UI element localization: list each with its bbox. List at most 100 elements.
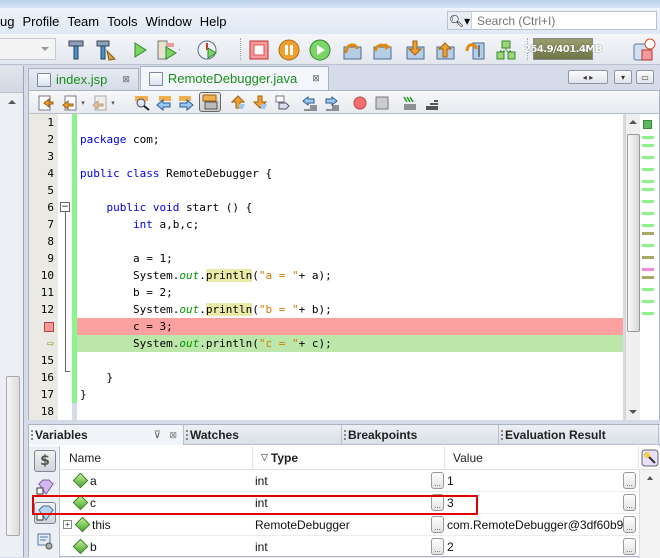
line-number[interactable]: 6: [29, 199, 58, 216]
menu-debug[interactable]: ug: [0, 14, 18, 29]
change-mark[interactable]: [642, 212, 654, 215]
debug-project-button[interactable]: [156, 38, 180, 62]
column-name[interactable]: Name: [61, 446, 253, 469]
start-macro-button[interactable]: [351, 94, 369, 111]
editor-vertical-scrollbar[interactable]: [625, 114, 640, 420]
line-number[interactable]: 17: [29, 386, 58, 403]
shift-left-button[interactable]: [301, 94, 319, 111]
comment-button[interactable]: [401, 94, 419, 111]
line-number[interactable]: 18: [29, 403, 58, 420]
line-number[interactable]: 9: [29, 250, 58, 267]
table-row[interactable]: c int... 3...: [61, 492, 660, 514]
forward-dropdown[interactable]: ▾: [109, 94, 117, 111]
change-mark[interactable]: [642, 168, 654, 171]
menu-tools[interactable]: Tools: [103, 14, 141, 29]
variable-value[interactable]: com.RemoteDebugger@3df60b94: [445, 514, 639, 535]
tab-evaluation-result[interactable]: Evaluation Result: [499, 425, 659, 445]
error-stripe[interactable]: [640, 114, 660, 420]
next-bookmark-button[interactable]: [251, 94, 269, 111]
close-icon[interactable]: ⊠: [122, 74, 130, 85]
menu-team[interactable]: Team: [63, 14, 103, 29]
variable-value[interactable]: 3: [445, 492, 639, 513]
find-selection-button[interactable]: [133, 94, 151, 111]
last-edit-button[interactable]: [37, 94, 55, 111]
configuration-combo[interactable]: [0, 38, 56, 60]
back-dropdown[interactable]: ▾: [79, 94, 87, 111]
type-ellipsis-button[interactable]: ...: [431, 516, 444, 533]
breakpoint-mark[interactable]: [642, 268, 654, 271]
column-type[interactable]: ▽ Type: [253, 446, 445, 469]
line-number-gutter[interactable]: 1 2 3 4 5 6 7 8 9 10 11 12 ⇨ 15 16 17 18: [28, 114, 58, 420]
forward-button[interactable]: [91, 94, 109, 111]
step-over-button[interactable]: [340, 38, 364, 62]
change-mark[interactable]: [642, 312, 654, 315]
run-to-cursor-button[interactable]: [463, 38, 487, 62]
show-inherited-button[interactable]: [34, 476, 56, 498]
step-out-button[interactable]: [433, 38, 457, 62]
value-ellipsis-button[interactable]: ...: [623, 516, 636, 533]
continue-button[interactable]: [308, 38, 332, 62]
line-number[interactable]: 4: [29, 165, 58, 182]
scroll-up-icon[interactable]: [8, 100, 16, 104]
find-previous-button[interactable]: [155, 94, 173, 111]
profile-project-button[interactable]: [196, 38, 220, 62]
value-ellipsis-button[interactable]: ...: [623, 538, 636, 555]
step-into-button[interactable]: [403, 38, 427, 62]
line-number[interactable]: 12: [29, 301, 58, 318]
tab-breakpoints[interactable]: Breakpoints: [342, 425, 499, 445]
menu-window[interactable]: Window: [141, 14, 195, 29]
value-ellipsis-button[interactable]: ...: [623, 472, 636, 489]
change-mark[interactable]: [642, 136, 654, 139]
search-box[interactable]: 🔍︎▾: [447, 11, 657, 30]
expand-icon[interactable]: +: [63, 520, 72, 529]
stop-macro-button[interactable]: [373, 94, 391, 111]
tab-list-button[interactable]: ▾: [614, 70, 632, 84]
scroll-up-icon[interactable]: [647, 476, 653, 480]
line-number[interactable]: 16: [29, 369, 58, 386]
show-classes-button[interactable]: [34, 502, 56, 524]
maximize-button[interactable]: ▭: [636, 70, 654, 84]
search-input[interactable]: [472, 13, 652, 28]
change-mark[interactable]: [642, 200, 654, 203]
toggle-bookmark-button[interactable]: [273, 94, 291, 111]
table-row[interactable]: b int... 2...: [61, 536, 660, 558]
previous-bookmark-button[interactable]: [229, 94, 247, 111]
scrollbar-thumb[interactable]: [627, 134, 640, 332]
variable-value[interactable]: 2: [445, 536, 639, 557]
line-number[interactable]: 8: [29, 233, 58, 250]
table-row[interactable]: + this RemoteDebugger... com.RemoteDebugger…: [61, 514, 660, 536]
variable-value[interactable]: 1: [445, 470, 639, 491]
change-mark[interactable]: [642, 144, 654, 147]
tab-index-jsp[interactable]: index.jsp ⊠: [28, 68, 139, 90]
run-project-button[interactable]: [128, 38, 152, 62]
tab-remotedebugger-java[interactable]: RemoteDebugger.java ⊠: [139, 66, 329, 90]
minimize-icon[interactable]: ⊽: [154, 430, 161, 441]
profile-ide-button[interactable]: [632, 38, 656, 62]
menu-profile[interactable]: Profile: [18, 14, 63, 29]
line-number[interactable]: 1: [29, 114, 58, 131]
search-icon[interactable]: 🔍︎▾: [448, 12, 472, 29]
apply-code-changes-button[interactable]: [494, 38, 518, 62]
step-over-expression-button[interactable]: [370, 38, 394, 62]
line-number[interactable]: 10: [29, 267, 58, 284]
menu-help[interactable]: Help: [196, 14, 231, 29]
line-number[interactable]: 3: [29, 148, 58, 165]
code-editor[interactable]: package com; public class RemoteDebugger…: [77, 114, 623, 420]
change-mark[interactable]: [642, 188, 654, 191]
clean-build-button[interactable]: [94, 38, 118, 62]
change-mark[interactable]: [642, 180, 654, 183]
variable-settings-button[interactable]: [34, 530, 56, 552]
type-ellipsis-button[interactable]: ...: [431, 538, 444, 555]
projects-scrollbar[interactable]: [6, 376, 20, 536]
tab-watches[interactable]: Watches: [184, 425, 342, 445]
finish-debugger-button[interactable]: [247, 38, 271, 62]
line-number[interactable]: 2: [29, 131, 58, 148]
line-number[interactable]: 15: [29, 352, 58, 369]
line-number[interactable]: 5: [29, 182, 58, 199]
change-mark[interactable]: [642, 224, 654, 227]
table-row[interactable]: a int... 1...: [61, 470, 660, 492]
pause-button[interactable]: [277, 38, 301, 62]
find-next-button[interactable]: [177, 94, 195, 111]
type-ellipsis-button[interactable]: ...: [431, 494, 444, 511]
change-mark[interactable]: [642, 156, 654, 159]
